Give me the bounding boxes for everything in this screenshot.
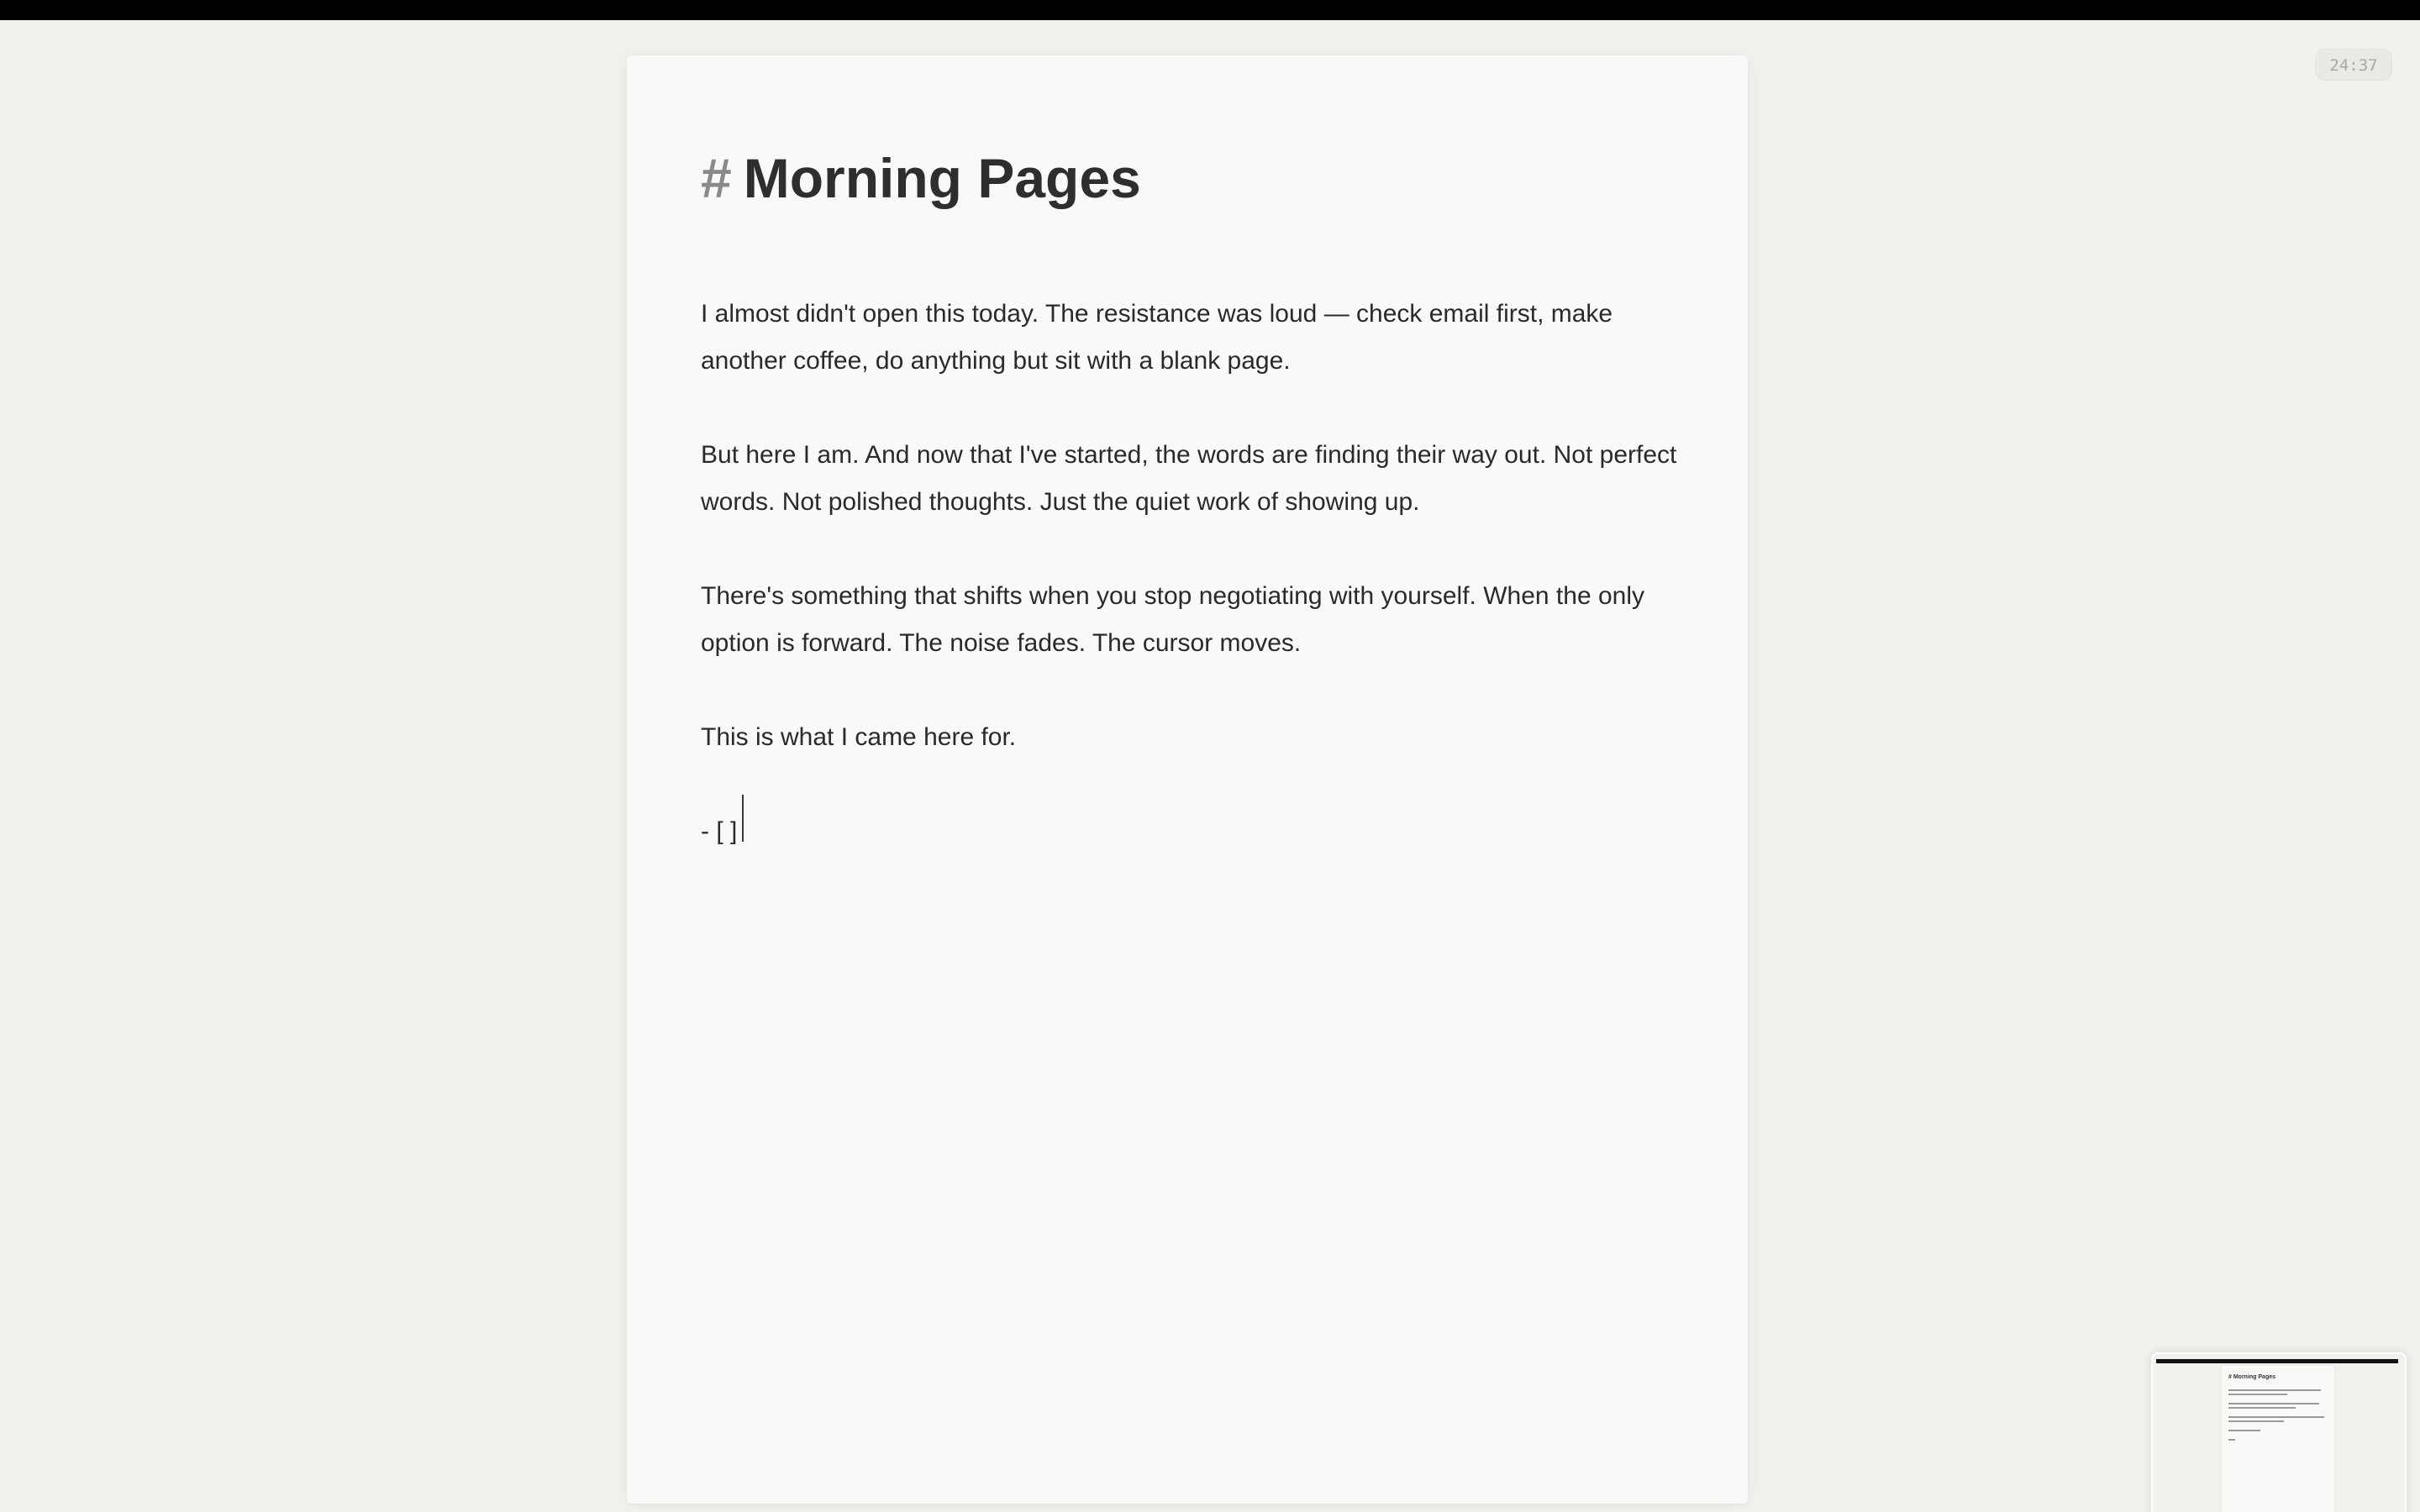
current-line[interactable]: - [ ] <box>701 795 1692 855</box>
document-body[interactable]: I almost didn't open this today. The res… <box>701 291 1692 855</box>
window-preview-thumbnail[interactable]: # Morning Pages <box>2151 1352 2407 1512</box>
thumbnail-text-line <box>2228 1407 2296 1409</box>
thumbnail-text-line <box>2228 1389 2321 1391</box>
document-title[interactable]: # Morning Pages <box>701 143 1141 213</box>
paragraph: This is what I came here for. <box>701 723 1017 751</box>
thumbnail-top-bar <box>2156 1359 2398 1363</box>
thumbnail-text-line <box>2228 1420 2284 1422</box>
thumbnail-page: # Morning Pages <box>2222 1366 2334 1512</box>
document-title-text: Morning Pages <box>743 147 1141 209</box>
paragraph: But here I am. And now that I've started… <box>701 441 1677 516</box>
text-cursor <box>742 795 744 842</box>
thumbnail-title: # Morning Pages <box>2228 1374 2276 1380</box>
paragraph: I almost didn't open this today. The res… <box>701 300 1613 375</box>
task-checkbox-markup: - [ ] <box>701 817 738 845</box>
session-timer: 24:37 <box>2315 49 2392 81</box>
paragraph: There's something that shifts when you s… <box>701 582 1645 657</box>
thumbnail-text-line <box>2228 1416 2324 1418</box>
editor-page[interactable]: # Morning Pages I almost didn't open this… <box>627 55 1748 1504</box>
thumbnail-text-line <box>2228 1439 2235 1441</box>
thumbnail-text-line <box>2228 1394 2287 1395</box>
top-bar <box>0 0 2420 20</box>
thumbnail-text-line <box>2228 1430 2260 1431</box>
heading-marker: # <box>701 147 732 209</box>
thumbnail-text-line <box>2228 1403 2319 1404</box>
